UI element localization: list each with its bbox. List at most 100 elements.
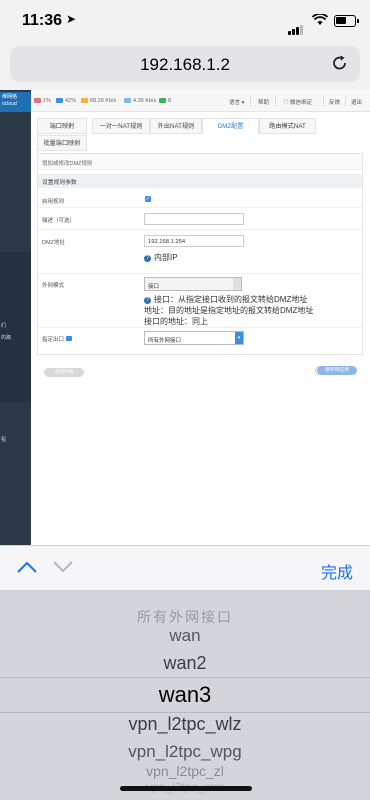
picker-option[interactable]: vpn_l2tpc_wpg (0, 742, 370, 762)
hint-line-1: ? 接口：从指定接口收到的报文转给DMZ地址 (144, 294, 313, 305)
tab-route-mode-nat[interactable]: 路由模式NAT (259, 118, 316, 134)
dmz-hint-text: 内部IP (154, 253, 178, 262)
feedback-link[interactable]: 反馈 (329, 98, 340, 106)
divider (250, 96, 251, 106)
out-interface-select[interactable]: 所有外网接口 ▾ (144, 331, 244, 345)
done-button[interactable]: 完成 (321, 559, 353, 583)
tab-one-to-one-nat[interactable]: 一对一NAT规则 (92, 118, 150, 134)
mem-stat: 42% (56, 98, 76, 104)
help-icon: ? (144, 255, 151, 262)
users-value: 8 (168, 98, 172, 104)
browser-toolbar: 192.168.1.2 (0, 40, 370, 90)
tab-port-mapping[interactable]: 端口映射 (37, 118, 87, 134)
help-link[interactable]: 帮助 (258, 98, 269, 106)
wifi-icon (312, 14, 328, 25)
enable-label: 启用规则 (42, 199, 65, 205)
hint-line-1-text: 接口：从指定接口收到的报文转给DMZ地址 (154, 295, 308, 304)
wan-mode-value: 接口 (148, 284, 160, 290)
language-menu[interactable]: 语言 ▾ (229, 98, 244, 106)
cellular-signal-icon (288, 17, 304, 35)
wechat-bind-link[interactable]: ◎ 微信绑定 (283, 98, 312, 106)
sidebar: 维网络 ocloud 们 的路 程 (0, 90, 31, 545)
divider (275, 96, 276, 106)
dmz-hint: ? 内部IP (144, 252, 178, 263)
tab-outbound-nat[interactable]: 外出NAT规则 (150, 118, 202, 134)
upload-stat: 68.28 Kb/s (81, 98, 116, 104)
chevron-down-icon: ▾ (235, 332, 243, 344)
home-indicator (120, 786, 252, 791)
enable-row: 启用规则 ✓ (38, 192, 362, 208)
chevron-up-icon[interactable] (16, 559, 38, 575)
picker-wheel[interactable]: 所有外网接口 wan wan2 wan3 vpn_l2tpc_wlz vpn_l… (0, 590, 370, 800)
wechat-icon: ◎ (283, 100, 289, 106)
dropdown-arrow-icon (233, 278, 241, 290)
picker-option[interactable]: wan (0, 626, 370, 646)
sidebar-item-2[interactable]: 的路 (1, 334, 11, 341)
sidebar-item-3[interactable]: 程 (1, 436, 6, 443)
mem-value: 42% (65, 98, 77, 104)
picker-option[interactable]: vpn_l2tpc_zl (0, 763, 370, 779)
desc-label: 描述（可选） (42, 218, 76, 224)
dmz-address-input[interactable]: 192.168.1.254 (144, 235, 244, 247)
top-status-bar: 1% 42% 68.28 Kb/s 4.39 Kb/s 8 语言 ▾ 帮助 ◎ … (31, 90, 370, 112)
cpu-icon (34, 98, 41, 104)
upload-value: 68.28 Kb/s (90, 98, 117, 104)
chevron-down-icon[interactable] (52, 559, 74, 575)
download-icon (124, 98, 131, 104)
enable-checkbox[interactable]: ✓ (145, 196, 151, 202)
cpu-stat: 1% (34, 98, 51, 104)
monitor-icon (159, 98, 166, 104)
logo-line2: ocloud (2, 101, 17, 107)
wan-mode-label: 外网模式 (42, 283, 65, 289)
back-to-list-button[interactable]: 返回列表 (44, 368, 84, 377)
users-stat: 8 (159, 98, 171, 104)
divider (345, 96, 346, 106)
keyboard-accessory-bar: 完成 (0, 545, 370, 590)
logo: 维网络 ocloud (0, 92, 31, 112)
section-header: 设置规则参数 (38, 174, 362, 188)
dmz-row: DMZ地址 192.168.1.254 ? 内部IP (38, 230, 362, 274)
address-bar[interactable]: 192.168.1.2 (10, 46, 360, 82)
out-interface-row: 指定出口 所有外网接口 ▾ (38, 328, 362, 350)
info-icon (65, 336, 72, 341)
battery-icon (334, 15, 359, 27)
logout-link[interactable]: 退出 (351, 98, 362, 106)
status-bar: 11:36 ➤ (0, 0, 370, 40)
clock: 11:36 (22, 12, 63, 29)
picker-option-selected[interactable]: wan3 (0, 682, 370, 708)
url-text: 192.168.1.2 (140, 55, 230, 74)
save-apply-button[interactable]: 保存和应用 (317, 366, 357, 375)
location-arrow-icon: ➤ (66, 12, 77, 26)
out-interface-value: 所有外网接口 (148, 338, 182, 344)
upload-icon (81, 98, 88, 104)
out-interface-label-text: 指定出口 (42, 337, 65, 343)
tab-batch-port-mapping[interactable]: 批量端口映射 (37, 135, 87, 151)
wechat-bind-label: 微信绑定 (290, 100, 313, 106)
dmz-form-panel: 增加或修改DMZ规则 设置规则参数 启用规则 ✓ 描述（可选） DMZ地址 19… (37, 153, 363, 355)
wan-mode-hint: ? 接口：从指定接口收到的报文转给DMZ地址 地址：目的地址是指定地址的报文转给D… (144, 294, 313, 327)
download-value: 4.39 Kb/s (133, 98, 157, 104)
hint-line-2: 地址：目的地址是指定地址的报文转给DMZ地址 (144, 306, 314, 315)
hint-line-3: 接口的地址：同上 (144, 317, 208, 326)
logo-line1: 维网络 (2, 94, 18, 100)
desc-row: 描述（可选） (38, 208, 362, 230)
memory-icon (56, 98, 63, 104)
dmz-label: DMZ地址 (42, 240, 65, 246)
panel-title: 增加或修改DMZ规则 (38, 154, 362, 170)
router-admin-page: 维网络 ocloud 们 的路 程 1% 42% 68.28 Kb/s 4.39… (0, 90, 370, 545)
wan-mode-row: 外网模式 接口 ? 接口：从指定接口收到的报文转给DMZ地址 地址：目的地址是指定… (38, 274, 362, 328)
sidebar-item-1[interactable]: 们 (1, 322, 6, 329)
tab-bar: 端口映射 一对一NAT规则 外出NAT规则 DMZ配置 路由模式NAT 批量端口… (37, 118, 363, 152)
out-interface-label: 指定出口 (42, 335, 72, 343)
wan-mode-select[interactable]: 接口 (144, 277, 242, 291)
cpu-value: 1% (43, 98, 51, 104)
picker-option[interactable]: vpn_l2tpc_wlz (0, 714, 370, 735)
tab-dmz[interactable]: DMZ配置 (202, 118, 259, 134)
reload-icon[interactable] (330, 53, 350, 73)
download-stat: 4.39 Kb/s (124, 98, 156, 104)
help-icon: ? (144, 297, 151, 304)
divider (323, 96, 324, 106)
desc-input[interactable] (144, 213, 244, 225)
picker-option[interactable]: 所有外网接口 (0, 607, 370, 627)
picker-option[interactable]: wan2 (0, 653, 370, 674)
